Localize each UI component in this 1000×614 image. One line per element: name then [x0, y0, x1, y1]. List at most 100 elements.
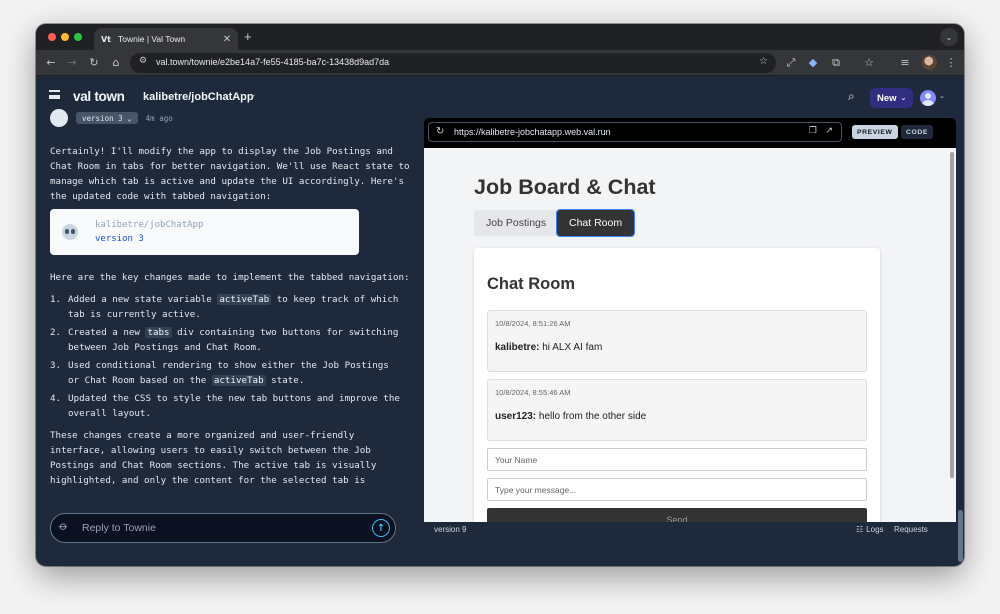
- browser-menu-icon[interactable]: ⋮: [944, 56, 958, 70]
- close-tab-icon[interactable]: ✕: [222, 34, 232, 45]
- preview-toggle-button[interactable]: PREVIEW: [852, 125, 898, 139]
- footer-version[interactable]: version 9: [434, 525, 466, 534]
- list-text: Updated the CSS to style the new tab but…: [68, 393, 400, 419]
- new-button-label: New: [877, 92, 897, 104]
- list-text: Added a new state variable: [68, 294, 218, 305]
- bookmark-star-icon[interactable]: ☆: [759, 56, 768, 67]
- val-robot-icon: [62, 224, 78, 240]
- name-input[interactable]: Your Name: [487, 448, 867, 471]
- maximize-window-button[interactable]: [74, 33, 82, 41]
- chevron-down-icon: ⌄: [900, 94, 907, 102]
- chevron-down-icon[interactable]: ⌄: [939, 92, 945, 100]
- inline-code: activeTab: [217, 294, 272, 305]
- townie-chat-panel: version 3 ⌄ 4m ago Certainly! I'll modif…: [36, 106, 416, 486]
- reading-list-icon[interactable]: ≡: [898, 56, 912, 70]
- profile-avatar[interactable]: [922, 55, 937, 70]
- preview-panel: ↻ https://kalibetre-jobchatapp.web.val.r…: [424, 118, 956, 522]
- tab-job-postings[interactable]: Job Postings: [474, 210, 559, 236]
- changes-intro-text: Here are the key changes made to impleme…: [50, 272, 410, 283]
- new-button[interactable]: New ⌄: [870, 88, 914, 108]
- extensions-puzzle-icon[interactable]: ⧉: [829, 56, 843, 70]
- expand-icon[interactable]: ⤢: [784, 56, 798, 70]
- site-info-icon[interactable]: ⚙: [139, 56, 147, 66]
- message-placeholder: Type your message...: [495, 485, 577, 495]
- requests-button[interactable]: Requests: [894, 525, 928, 534]
- list-number: 3.: [50, 360, 62, 371]
- preview-url-bar[interactable]: ↻ https://kalibetre-jobchatapp.web.val.r…: [428, 122, 842, 142]
- chat-room-heading: Chat Room: [487, 275, 575, 293]
- paperclip-icon[interactable]: ⌀: [56, 518, 71, 533]
- message-text: hello from the other side: [536, 411, 647, 422]
- user-avatar[interactable]: [920, 90, 936, 106]
- val-town-favicon-icon: Vt: [100, 34, 111, 44]
- message-body: kalibetre: hi ALX AI fam: [495, 342, 602, 353]
- val-town-logo[interactable]: val town: [73, 89, 125, 104]
- message-input[interactable]: Type your message...: [487, 478, 867, 501]
- page-scrollbar[interactable]: [958, 510, 963, 562]
- chevron-down-icon[interactable]: ⌄: [249, 90, 257, 100]
- list-text: Created a new: [68, 327, 146, 338]
- preview-footer: version 9 ☷ Logs Requests: [424, 522, 956, 538]
- version-card-version: version 3: [95, 234, 144, 244]
- list-number: 1.: [50, 294, 62, 305]
- message-user: kalibetre:: [495, 342, 540, 353]
- list-item: 4. Updated the CSS to style the new tab …: [50, 391, 400, 421]
- back-icon[interactable]: ←: [44, 56, 58, 70]
- list-number: 4.: [50, 393, 62, 404]
- changes-list: 1. Added a new state variable activeTab …: [50, 292, 400, 424]
- list-number: 2.: [50, 327, 62, 338]
- home-icon[interactable]: ⌂: [109, 56, 123, 70]
- tab-search-icon[interactable]: ⌄: [940, 28, 958, 46]
- message-text: hi ALX AI fam: [539, 342, 603, 353]
- browser-tabstrip: Vt Townie | Val Town ✕ + ⌄: [36, 24, 964, 50]
- preview-scrollbar[interactable]: [950, 152, 954, 478]
- message-timestamp: 10/8/2024, 8:55:46 AM: [495, 388, 571, 397]
- message-timestamp: 10/8/2024, 8:51:26 AM: [495, 319, 571, 328]
- hamburger-menu-icon[interactable]: [49, 90, 60, 99]
- version-pill[interactable]: version 3 ⌄: [76, 112, 138, 124]
- code-toggle-button[interactable]: CODE: [901, 125, 934, 139]
- tab-chat-room[interactable]: Chat Room: [555, 209, 636, 237]
- reload-icon[interactable]: ↻: [436, 126, 444, 137]
- version-timestamp: 4m ago: [145, 113, 173, 123]
- name-placeholder: Your Name: [495, 455, 538, 465]
- project-name[interactable]: kalibetre/jobChatApp: [143, 91, 254, 103]
- list-text: state.: [265, 375, 305, 386]
- browser-toolbar: ← → ↻ ⌂ ⚙ val.town/townie/e2be14a7-fe55-…: [36, 50, 964, 76]
- logs-button[interactable]: ☷ Logs: [856, 525, 884, 534]
- address-url: val.town/townie/e2be14a7-fe55-4185-ba7c-…: [156, 57, 390, 67]
- browser-window: Vt Townie | Val Town ✕ + ⌄ ← → ↻ ⌂ ⚙ val…: [36, 24, 964, 566]
- chat-message: 10/8/2024, 8:51:26 AM kalibetre: hi ALX …: [487, 310, 867, 372]
- minimize-window-button[interactable]: [61, 33, 69, 41]
- close-window-button[interactable]: [48, 33, 56, 41]
- version-card-name: kalibetre/jobChatApp: [95, 220, 204, 230]
- address-bar[interactable]: ⚙ val.town/townie/e2be14a7-fe55-4185-ba7…: [130, 53, 776, 73]
- preview-url: https://kalibetre-jobchatapp.web.val.run: [454, 127, 611, 137]
- external-link-icon[interactable]: ↗: [825, 126, 833, 136]
- assistant-conclusion-text: These changes create a more organized an…: [50, 430, 377, 486]
- preview-page: Job Board & Chat Job Postings Chat Room …: [424, 148, 956, 522]
- bookmarks-star-icon[interactable]: ☆: [862, 56, 876, 70]
- message-user: user123:: [495, 411, 537, 422]
- send-button[interactable]: Send: [487, 508, 867, 522]
- reload-icon[interactable]: ↻: [87, 56, 101, 70]
- new-tab-button[interactable]: +: [244, 29, 252, 44]
- logs-icon: ☷: [856, 525, 864, 534]
- inline-code: activeTab: [211, 375, 266, 386]
- version-header: version 3 ⌄ 4m ago: [50, 109, 173, 127]
- extension-shield-icon[interactable]: ◆: [806, 56, 820, 70]
- browser-tab-townie[interactable]: Vt Townie | Val Town ✕: [94, 28, 238, 50]
- version-card[interactable]: kalibetre/jobChatApp version 3: [50, 209, 359, 255]
- list-item: 1. Added a new state variable activeTab …: [50, 292, 400, 322]
- inline-code: tabs: [145, 327, 172, 338]
- logs-label: Logs: [866, 525, 884, 534]
- copy-icon[interactable]: ❐: [809, 126, 817, 136]
- send-arrow-icon[interactable]: ↑: [372, 519, 390, 537]
- chat-room-card: Chat Room 10/8/2024, 8:51:26 AM kalibetr…: [474, 248, 880, 522]
- list-item: 3. Used conditional rendering to show ei…: [50, 358, 400, 388]
- search-icon[interactable]: ⌕: [848, 89, 855, 104]
- reply-placeholder: Reply to Townie: [82, 522, 156, 534]
- assistant-intro-text: Certainly! I'll modify the app to displa…: [50, 146, 410, 202]
- reply-input[interactable]: ⌀ Reply to Townie ↑: [50, 513, 396, 543]
- forward-icon[interactable]: →: [65, 56, 79, 70]
